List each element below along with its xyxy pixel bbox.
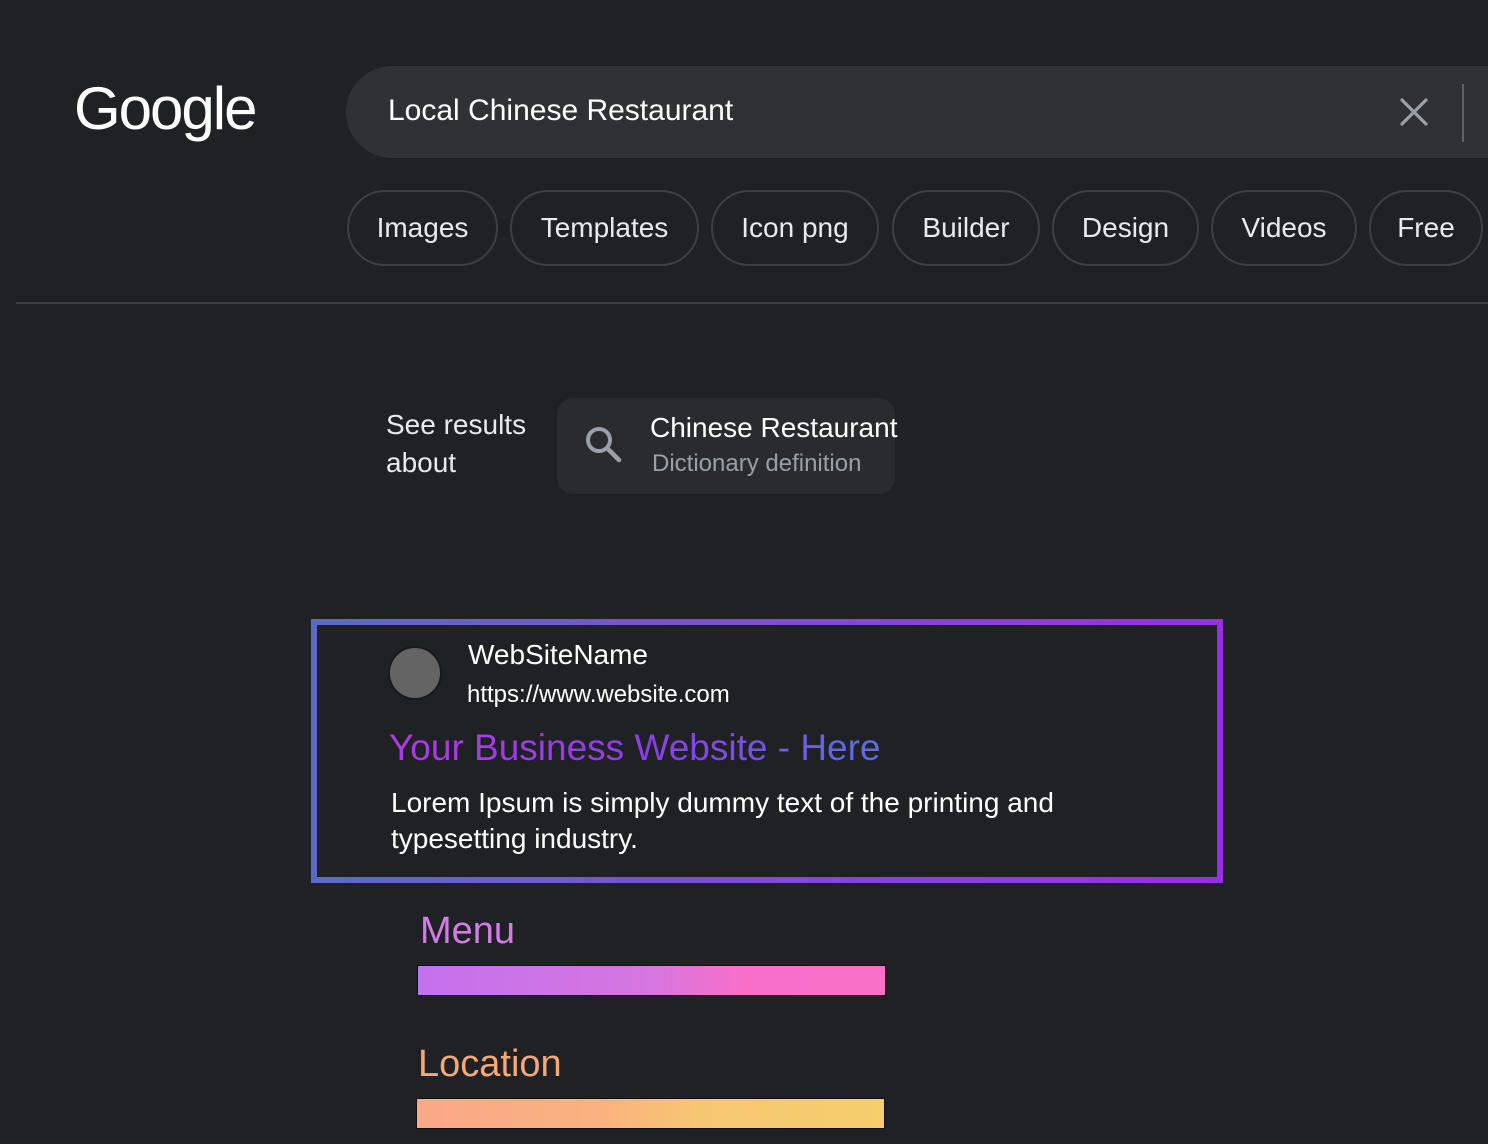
see-results-label-line1: See results xyxy=(386,409,527,440)
chip-videos[interactable]: Videos xyxy=(1211,190,1357,266)
see-results-card[interactable]: Chinese Restaurant Dictionary definition xyxy=(557,398,897,494)
see-results-about-label: See results about xyxy=(386,406,546,482)
chip-design[interactable]: Design xyxy=(1052,190,1199,266)
search-icon xyxy=(586,427,622,463)
see-results-subtitle: Dictionary definition xyxy=(652,450,862,477)
chip-free[interactable]: Free xyxy=(1369,190,1483,266)
site-favicon[interactable] xyxy=(388,646,442,700)
result-snippet-line2: typesetting industry. xyxy=(391,823,638,854)
chip-builder[interactable]: Builder xyxy=(892,190,1040,266)
search-result-card: WebSiteName https://www.website.com Your… xyxy=(311,619,1223,883)
search-result-content: WebSiteName https://www.website.com Your… xyxy=(317,625,1217,877)
result-snippet: Lorem Ipsum is simply dummy text of the … xyxy=(391,785,1151,857)
chip-icon-png[interactable]: Icon png xyxy=(711,190,879,266)
see-results-title[interactable]: Chinese Restaurant xyxy=(650,412,897,444)
menu-sitelink[interactable]: Menu xyxy=(420,910,515,953)
search-input[interactable]: Local Chinese Restaurant xyxy=(388,94,733,128)
search-bar-divider xyxy=(1462,84,1464,142)
see-results-label-line2: about xyxy=(386,447,457,478)
google-logo[interactable]: Google xyxy=(74,74,257,143)
menu-gradient-bar xyxy=(417,965,886,996)
result-snippet-line1: Lorem Ipsum is simply dummy text of the … xyxy=(391,787,1054,818)
location-sitelink[interactable]: Location xyxy=(418,1043,562,1086)
result-site-name[interactable]: WebSiteName xyxy=(468,639,648,671)
result-title-link[interactable]: Your Business Website - Here xyxy=(389,727,881,769)
chip-templates[interactable]: Templates xyxy=(510,190,699,266)
result-url[interactable]: https://www.website.com xyxy=(467,681,730,709)
chip-images[interactable]: Images xyxy=(347,190,498,266)
close-icon[interactable] xyxy=(1398,96,1430,128)
search-bar[interactable]: Local Chinese Restaurant xyxy=(346,66,1488,158)
header-divider xyxy=(16,302,1488,304)
location-gradient-bar xyxy=(416,1098,885,1129)
